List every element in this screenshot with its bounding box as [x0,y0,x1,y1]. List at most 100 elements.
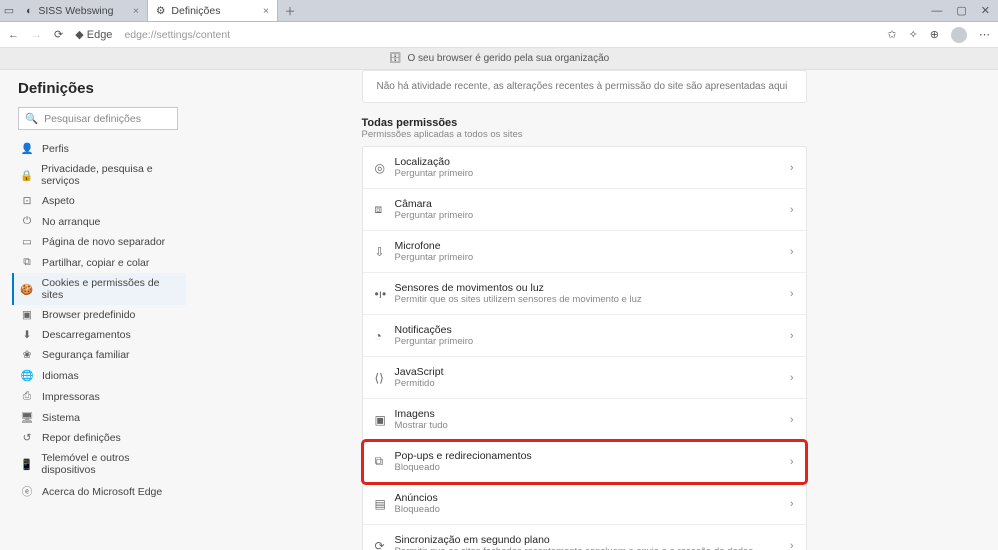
url-text[interactable]: edge://settings/content [124,29,230,41]
close-icon[interactable]: × [263,5,269,17]
permission-title: Localização [395,156,790,168]
sidebar-item-label: Acerca do Microsoft Edge [42,486,162,498]
sidebar-item-label: Descarregamentos [42,329,131,341]
maximize-button[interactable]: ▢ [956,4,966,17]
briefcase-icon: 🗄 [389,53,402,64]
permission-row[interactable]: ⇩MicrofonePerguntar primeiro› [363,231,806,273]
sidebar-item-label: Partilhar, copiar e colar [42,257,149,269]
sidebar-item-edge[interactable]: ⓔ Acerca do Microsoft Edge [12,480,186,503]
permission-icon: ◔ [375,329,395,343]
minimize-button[interactable]: ― [931,5,942,17]
paint-icon: ⊡ [20,195,34,207]
search-placeholder: Pesquisar definições [44,113,141,125]
reset-icon: ↺ [20,432,34,444]
sidebar-item-cookie[interactable]: 🍪Cookies e permissões de sites [12,273,186,305]
collections-icon[interactable]: ⊕ [930,28,939,41]
permission-icon: ⧈ [375,202,395,217]
person-icon: 👤 [20,142,34,155]
profile-avatar[interactable] [951,27,967,43]
sidebar-item-person[interactable]: 👤Perfis [12,138,186,159]
managed-banner: 🗄 O seu browser é gerido pela sua organi… [0,48,998,70]
permission-subtitle: Perguntar primeiro [395,210,790,221]
refresh-button[interactable]: ⟳ [54,28,63,41]
permission-row[interactable]: ▤AnúnciosBloqueado› [363,483,806,525]
permission-icon: •ı• [375,287,395,301]
permission-row[interactable]: ◎LocalizaçãoPerguntar primeiro› [363,147,806,189]
sidebar-item-reset[interactable]: ↺ Repor definições [12,428,186,448]
back-button[interactable]: ← [8,29,19,41]
sidebar-item-tab[interactable]: ▭Página de novo separador [12,232,186,252]
permission-subtitle: Permitir que os sites utilizem sensores … [395,294,790,305]
sidebar-item-share[interactable]: ⧉Partilhar, copiar e colar [12,252,186,273]
edge-icon: ⓔ [20,484,34,499]
permission-title: Pop-ups e redirecionamentos [395,450,790,462]
chevron-right-icon: › [790,330,794,342]
tab-title: Definições [171,5,220,17]
chevron-right-icon: › [790,540,794,550]
download-icon: ⬇ [20,329,34,341]
permission-row[interactable]: ⧈CâmaraPerguntar primeiro› [363,189,806,231]
settings-sidebar: Definições 🔍 Pesquisar definições 👤Perfi… [0,70,190,550]
permission-icon: ⟳ [375,539,395,550]
permission-title: Anúncios [395,492,790,504]
printer-icon: ⎙ [20,390,34,403]
chevron-right-icon: › [790,246,794,258]
recent-activity-text: Não há atividade recente, as alterações … [377,81,788,92]
permission-title: Sensores de movimentos ou luz [395,282,790,294]
power-icon: ⏻ [20,215,34,228]
tab-title: SISS Webswing [38,5,113,17]
permission-title: Câmara [395,198,790,210]
new-tab-button[interactable]: ＋ [278,0,302,21]
permission-subtitle: Permitir que os sites fechados recenteme… [395,546,790,550]
permission-row[interactable]: ⧉Pop-ups e redirecionamentosBloqueado› [363,441,806,483]
search-input[interactable]: 🔍 Pesquisar definições [18,107,178,130]
permission-row[interactable]: ⟳Sincronização em segundo planoPermitir … [363,525,806,550]
phone-icon: 📱 [20,458,33,471]
menu-icon[interactable]: ⋯ [979,28,990,41]
permission-row[interactable]: ◔NotificaçõesPerguntar primeiro› [363,315,806,357]
favorites-bar-icon[interactable]: ✧ [909,28,918,41]
sidebar-item-label: Telemóvel e outros dispositivos [41,452,180,476]
tab-list-icon[interactable]: ▭ [0,0,18,21]
sidebar-item-label: No arranque [42,216,100,228]
chevron-right-icon: › [790,456,794,468]
browser-icon: ▣ [20,309,34,321]
tab-icon: ▭ [20,236,34,248]
chevron-right-icon: › [790,414,794,426]
browser-tab[interactable]: ◐ SISS Webswing × [18,0,148,21]
sidebar-item-system[interactable]: 🖥 Sistema [12,407,186,428]
sidebar-item-power[interactable]: ⏻ No arranque [12,211,186,232]
close-icon[interactable]: × [133,5,139,17]
system-icon: 🖥 [20,411,34,424]
chevron-right-icon: › [790,162,794,174]
permission-icon: ◎ [375,161,395,175]
sidebar-item-lock[interactable]: 🔒Privacidade, pesquisa e serviços [12,159,186,191]
sidebar-item-label: Sistema [42,412,80,424]
lang-icon: 🌐 [20,369,34,382]
permission-subtitle: Bloqueado [395,504,790,515]
permission-subtitle: Permitido [395,378,790,389]
sidebar-item-label: Repor definições [42,432,121,444]
permission-row[interactable]: ⟨⟩JavaScriptPermitido› [363,357,806,399]
permission-subtitle: Mostrar tudo [395,420,790,431]
sidebar-item-label: Impressoras [42,391,100,403]
sidebar-item-lang[interactable]: 🌐Idiomas [12,365,186,386]
sidebar-item-family[interactable]: ❀Segurança familiar [12,345,186,365]
browser-tab[interactable]: ⚙ Definições × [148,0,278,21]
permission-title: Imagens [395,408,790,420]
sidebar-item-phone[interactable]: 📱 Telemóvel e outros dispositivos [12,448,186,480]
sidebar-item-download[interactable]: ⬇ Descarregamentos [12,325,186,345]
favicon-icon: ◐ [26,5,32,17]
favorite-icon[interactable]: ✩ [887,28,896,41]
cookie-icon: 🍪 [20,283,34,296]
sidebar-item-paint[interactable]: ⊡Aspeto [12,191,186,211]
sidebar-item-printer[interactable]: ⎙ Impressoras [12,386,186,407]
sidebar-item-browser[interactable]: ▣Browser predefinido [12,305,186,325]
site-info-icon[interactable]: ◆ Edge [75,28,112,41]
close-window-button[interactable]: ✕ [981,4,990,17]
tab-strip: ▭ ◐ SISS Webswing × ⚙ Definições × ＋ ― ▢… [0,0,998,22]
permission-row[interactable]: ▣ImagensMostrar tudo› [363,399,806,441]
section-title: Todas permissões [362,117,807,129]
permission-row[interactable]: •ı•Sensores de movimentos ou luzPermitir… [363,273,806,315]
permission-subtitle: Perguntar primeiro [395,336,790,347]
